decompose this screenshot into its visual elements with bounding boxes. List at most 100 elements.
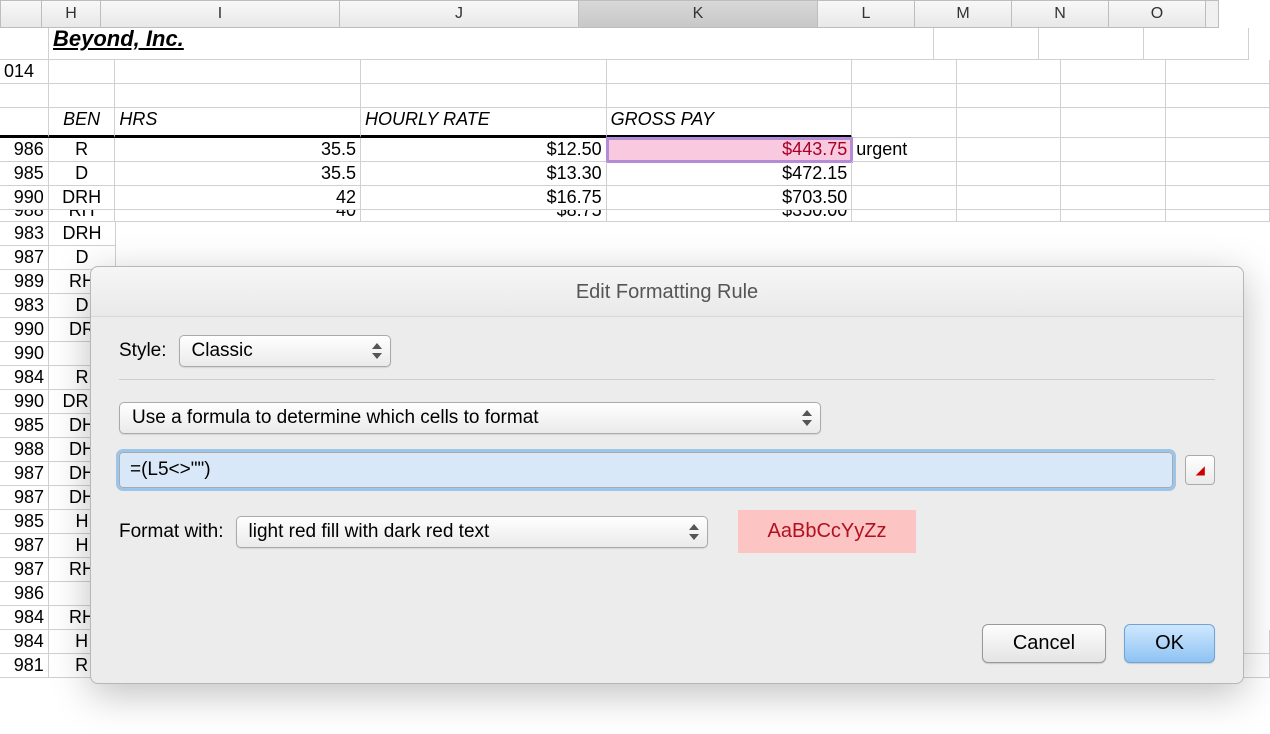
colhdr-N[interactable]: N [1012, 0, 1109, 28]
cell[interactable]: $350.00 [607, 210, 853, 222]
ok-button[interactable]: OK [1124, 624, 1215, 663]
cell[interactable] [957, 186, 1061, 210]
cell[interactable] [1039, 28, 1144, 60]
cell[interactable]: 985 [0, 414, 49, 438]
cell[interactable] [0, 108, 49, 138]
cell[interactable]: DRH [49, 186, 116, 210]
cell[interactable]: R [49, 138, 116, 162]
cell[interactable] [1166, 108, 1270, 138]
cell[interactable] [49, 60, 116, 84]
colhdr-g[interactable] [0, 0, 42, 28]
cell[interactable] [1166, 84, 1270, 108]
cell[interactable] [1061, 162, 1165, 186]
cell[interactable] [1061, 84, 1165, 108]
cell[interactable] [1061, 210, 1165, 222]
cell[interactable]: 987 [0, 534, 49, 558]
cell[interactable] [1166, 210, 1270, 222]
cell[interactable] [115, 60, 361, 84]
cell[interactable] [1144, 28, 1249, 60]
cell[interactable] [0, 28, 49, 60]
colhdr-M[interactable]: M [915, 0, 1012, 28]
cell[interactable] [957, 60, 1061, 84]
cell[interactable]: 989 [0, 270, 49, 294]
cell[interactable] [934, 28, 1039, 60]
cell[interactable]: 990 [0, 390, 49, 414]
cell[interactable]: 990 [0, 342, 49, 366]
cell[interactable] [1061, 186, 1165, 210]
cell[interactable]: 986 [0, 582, 49, 606]
cell[interactable] [361, 84, 607, 108]
cell[interactable] [852, 162, 956, 186]
cell[interactable]: RH [49, 210, 116, 222]
cell[interactable]: 42 [115, 186, 361, 210]
cell[interactable] [957, 138, 1061, 162]
cell[interactable] [852, 210, 956, 222]
cell[interactable]: 988 [0, 210, 49, 222]
cell[interactable]: 983 [0, 222, 49, 246]
cell[interactable] [361, 60, 607, 84]
cell[interactable] [829, 28, 934, 60]
cell[interactable] [115, 84, 361, 108]
colhdr-J[interactable]: J [340, 0, 579, 28]
cell[interactable] [1166, 186, 1270, 210]
cell[interactable]: 014 [0, 60, 49, 84]
header-gross[interactable]: GROSS PAY [607, 108, 853, 138]
header-hrs[interactable]: HRS [115, 108, 361, 138]
formula-input[interactable] [119, 452, 1173, 488]
cell[interactable] [1166, 60, 1270, 84]
style-select[interactable]: Classic [179, 335, 391, 367]
cell[interactable]: $13.30 [361, 162, 607, 186]
cancel-button[interactable]: Cancel [982, 624, 1106, 663]
cell[interactable] [852, 60, 956, 84]
cell[interactable] [1061, 60, 1165, 84]
header-ben[interactable]: BEN [49, 108, 116, 138]
cell[interactable]: 35.5 [115, 162, 361, 186]
header-rate[interactable]: HOURLY RATE [361, 108, 607, 138]
cell[interactable]: 987 [0, 462, 49, 486]
cell[interactable]: 984 [0, 366, 49, 390]
cell[interactable] [957, 210, 1061, 222]
cell[interactable] [0, 84, 49, 108]
cell[interactable] [1166, 162, 1270, 186]
cell[interactable]: $16.75 [361, 186, 607, 210]
cell[interactable]: 985 [0, 510, 49, 534]
cell[interactable]: 35.5 [115, 138, 361, 162]
colhdr-K[interactable]: K [579, 0, 818, 28]
cell[interactable]: 984 [0, 606, 49, 630]
cell[interactable]: 990 [0, 318, 49, 342]
cell[interactable] [49, 84, 116, 108]
cell[interactable] [1061, 138, 1165, 162]
cell[interactable] [852, 84, 956, 108]
cell[interactable] [852, 108, 956, 138]
cell[interactable]: 984 [0, 630, 49, 654]
cell[interactable]: 40 [115, 210, 361, 222]
cell[interactable]: 985 [0, 162, 49, 186]
cell[interactable] [957, 84, 1061, 108]
cell[interactable] [957, 162, 1061, 186]
cell[interactable]: 986 [0, 138, 49, 162]
cell[interactable]: $443.75 [607, 138, 853, 162]
cell[interactable] [852, 186, 956, 210]
colhdr-L[interactable]: L [818, 0, 915, 28]
cell[interactable] [1061, 108, 1165, 138]
cell[interactable] [607, 60, 853, 84]
format-with-select[interactable]: light red fill with dark red text [236, 516, 708, 548]
cell[interactable]: $703.50 [607, 186, 853, 210]
cell[interactable]: 988 [0, 438, 49, 462]
cell[interactable]: DRH [49, 222, 116, 246]
colhdr-I[interactable]: I [101, 0, 340, 28]
cell[interactable]: 983 [0, 294, 49, 318]
cell[interactable]: $12.50 [361, 138, 607, 162]
cell[interactable]: 987 [0, 246, 49, 270]
colhdr-O[interactable]: O [1109, 0, 1206, 28]
company-title[interactable]: Beyond, Inc. [49, 28, 829, 60]
cell[interactable]: 990 [0, 186, 49, 210]
cell[interactable]: 987 [0, 486, 49, 510]
cell[interactable]: $472.15 [607, 162, 853, 186]
cell[interactable] [957, 108, 1061, 138]
cell[interactable]: $8.75 [361, 210, 607, 222]
colhdr-H[interactable]: H [42, 0, 101, 28]
rule-type-select[interactable]: Use a formula to determine which cells t… [119, 402, 821, 434]
cell[interactable] [1166, 138, 1270, 162]
cell[interactable]: 987 [0, 558, 49, 582]
